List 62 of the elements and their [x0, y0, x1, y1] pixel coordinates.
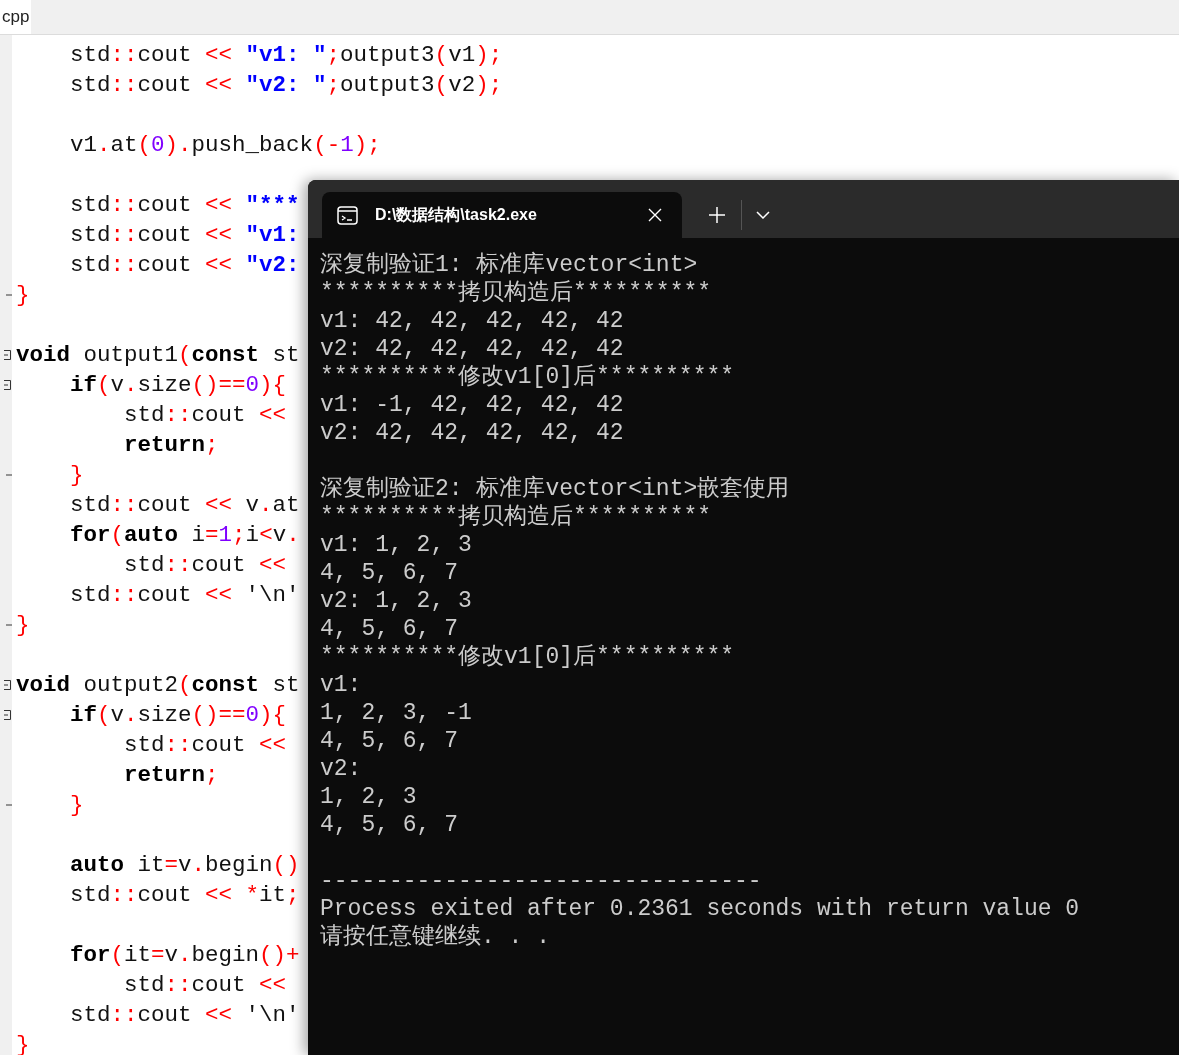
code-line: std::cout << "***	[69, 191, 300, 220]
terminal-line: v2: 1, 2, 3	[320, 587, 472, 615]
code-line: std::cout << "v2: ";output3(v2);	[69, 71, 503, 100]
terminal-line: v2: 42, 42, 42, 42, 42	[320, 419, 624, 447]
code-line: if(v.size()==0){	[69, 701, 287, 730]
code-line: std::cout <<	[123, 401, 287, 430]
terminal-line: 1, 2, 3, -1	[320, 699, 472, 727]
tab-title: D:\数据结构\task2.exe	[375, 205, 538, 225]
terminal-line: v1:	[320, 671, 362, 699]
terminal-line: v1: 1, 2, 3	[320, 531, 472, 559]
code-line: std::cout << v.at	[69, 491, 300, 520]
terminal-line: 4, 5, 6, 7	[320, 615, 459, 643]
fold-toggle-icon[interactable]	[4, 379, 12, 391]
chevron-down-icon[interactable]	[756, 211, 770, 219]
terminal-line: Process exited after 0.2361 seconds with return value 0	[320, 895, 1080, 923]
code-line: if(v.size()==0){	[69, 371, 287, 400]
code-line: void output1(const st	[16, 341, 300, 370]
code-line: void output2(const st	[16, 671, 300, 700]
code-line: }	[69, 461, 84, 490]
terminal-line: 深复制验证2: 标准库vector<int>嵌套使用	[320, 475, 790, 503]
terminal-line: 深复制验证1: 标准库vector<int>	[320, 251, 698, 279]
code-line: for(it=v.begin()+	[69, 941, 300, 970]
code-line: return;	[123, 761, 219, 790]
terminal-line: v2: 42, 42, 42, 42, 42	[320, 335, 624, 363]
code-line: std::cout << "v1: ";output3(v1);	[69, 41, 503, 70]
terminal-line: **********修改v1[0]后**********	[320, 643, 735, 671]
code-line: auto it=v.begin()	[69, 851, 300, 880]
terminal-line: v2:	[320, 755, 362, 783]
terminal-line: **********拷贝构造后**********	[320, 279, 712, 307]
code-line: std::cout << "v1:	[69, 221, 300, 250]
fold-toggle-icon[interactable]	[4, 709, 12, 721]
code-line: std::cout << "v2:	[69, 251, 300, 280]
file-tab[interactable]: cpp	[0, 0, 32, 34]
terminal-line: **********拷贝构造后**********	[320, 503, 712, 531]
terminal-line: **********修改v1[0]后**********	[320, 363, 735, 391]
terminal-line: 4, 5, 6, 7	[320, 559, 459, 587]
code-line: v1.at(0).push_back(-1);	[69, 131, 381, 160]
code-line: }	[69, 791, 84, 820]
plus-icon[interactable]	[709, 207, 725, 223]
code-line: std::cout <<	[123, 971, 287, 1000]
code-line: std::cout <<	[123, 731, 287, 760]
terminal-tab[interactable]: D:\数据结构\task2.exe	[322, 192, 682, 238]
code-line: for(auto i=1;i<v.	[69, 521, 300, 550]
close-icon[interactable]	[648, 208, 662, 222]
terminal-line: 1, 2, 3	[320, 783, 417, 811]
code-line: return;	[123, 431, 219, 460]
code-line: std::cout << '\n'	[69, 1001, 300, 1030]
code-line: std::cout << '\n'	[69, 581, 300, 610]
code-line: }	[16, 281, 30, 310]
terminal-line: v1: -1, 42, 42, 42, 42	[320, 391, 624, 419]
terminal-line: v1: 42, 42, 42, 42, 42	[320, 307, 624, 335]
code-line: std::cout << *it;	[69, 881, 300, 910]
code-line: std::cout <<	[123, 551, 287, 580]
console-icon	[337, 205, 358, 225]
terminal-line: --------------------------------	[320, 867, 762, 895]
terminal-line: 4, 5, 6, 7	[320, 727, 459, 755]
terminal-line: 4, 5, 6, 7	[320, 811, 459, 839]
code-line: }	[16, 611, 30, 640]
code-line: }	[16, 1031, 30, 1055]
fold-toggle-icon[interactable]	[4, 679, 12, 691]
fold-toggle-icon[interactable]	[4, 349, 12, 361]
terminal-line: 请按任意键继续. . .	[320, 923, 550, 951]
